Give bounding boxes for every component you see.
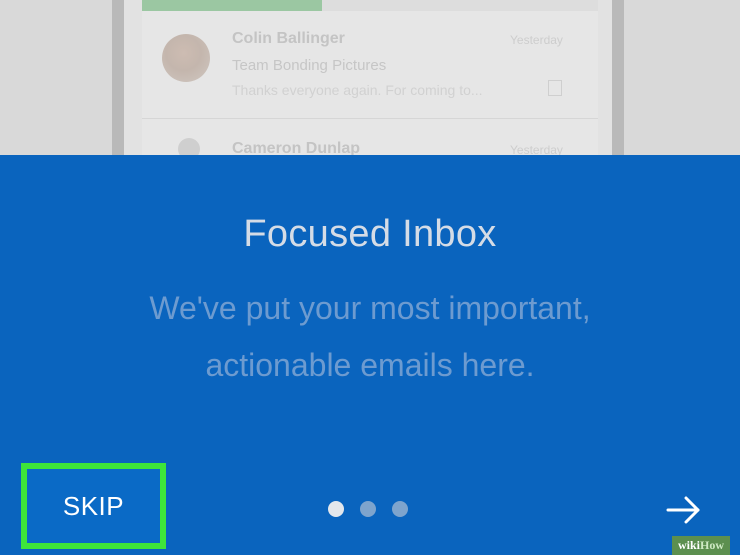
watermark-suffix: How — [700, 538, 725, 552]
next-button[interactable] — [660, 490, 708, 530]
tab-indicator — [142, 0, 322, 11]
phone-screen — [142, 0, 598, 155]
skip-button[interactable]: SKIP — [27, 469, 160, 543]
flag-icon — [548, 80, 562, 96]
avatar — [178, 138, 200, 155]
row-divider — [142, 118, 598, 119]
onboarding-description: We've put your most important, actionabl… — [90, 280, 650, 394]
description-line-2: actionable emails here. — [205, 347, 535, 383]
page-dot[interactable] — [360, 501, 376, 517]
tab-track — [322, 0, 598, 11]
email-sender: Colin Ballinger — [232, 30, 345, 47]
email-date: Yesterday — [510, 143, 563, 155]
arrow-right-icon — [666, 496, 700, 524]
wikihow-watermark: wikiHow — [672, 536, 731, 555]
page-dot-active[interactable] — [328, 501, 344, 517]
email-preview-text: Thanks everyone again. For coming to... — [232, 82, 483, 98]
page-dot[interactable] — [392, 501, 408, 517]
avatar — [162, 34, 210, 82]
inbox-preview: Colin Ballinger Yesterday Team Bonding P… — [0, 0, 740, 155]
page-indicator — [328, 501, 408, 517]
watermark-prefix: wiki — [678, 538, 701, 552]
onboarding-title: Focused Inbox — [243, 213, 497, 255]
email-sender: Cameron Dunlap — [232, 140, 361, 155]
email-subject: Team Bonding Pictures — [232, 57, 387, 74]
description-line-1: We've put your most important, — [149, 290, 591, 326]
email-date: Yesterday — [510, 33, 563, 47]
